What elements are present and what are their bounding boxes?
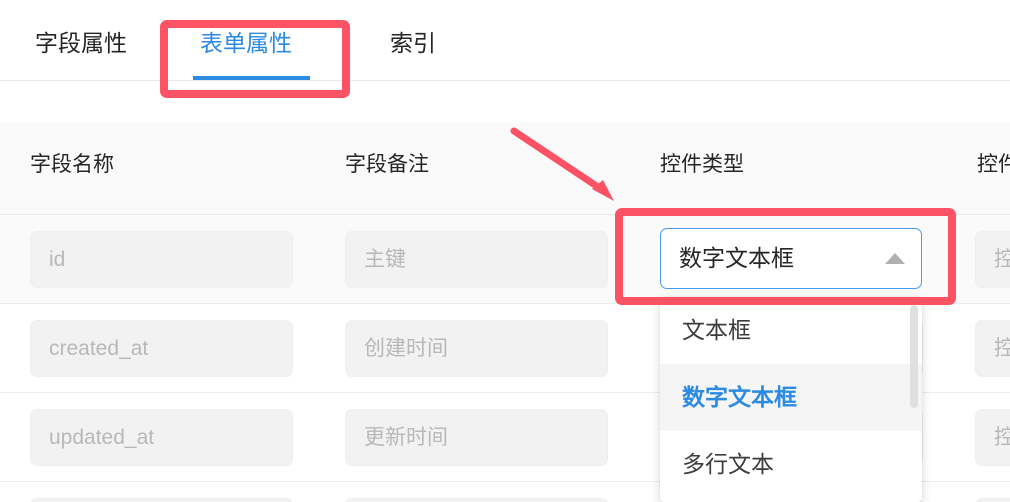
widget-type-dropdown[interactable]: 文本框 数字文本框 多行文本: [660, 297, 922, 502]
dropdown-option-number-text[interactable]: 数字文本框: [660, 364, 922, 431]
column-header-widget-type: 控件类型: [660, 153, 744, 176]
field-name-input[interactable]: id: [30, 231, 293, 288]
widget-type-select[interactable]: 数字文本框: [660, 228, 922, 289]
tab-form-properties[interactable]: 表单属性: [200, 26, 292, 60]
field-name-input[interactable]: updated_at: [30, 409, 293, 466]
column-header-field-comment: 字段备注: [345, 153, 429, 176]
column-header-field-name: 字段名称: [30, 153, 114, 176]
tab-bar: 字段属性 表单属性 索引: [0, 0, 1010, 81]
field-name-input[interactable]: [30, 498, 293, 502]
dropdown-scrollbar[interactable]: [910, 305, 918, 495]
dropdown-option-text[interactable]: 文本框: [660, 297, 922, 364]
active-tab-indicator: [193, 76, 310, 80]
field-comment-input[interactable]: 创建时间: [345, 320, 608, 377]
widget-type-select-value: 数字文本框: [679, 245, 794, 271]
field-comment-input[interactable]: 更新时间: [345, 409, 608, 466]
table-header-row: 字段名称 字段备注 控件类型 控件: [0, 122, 1010, 215]
dropdown-option-multiline-text[interactable]: 多行文本: [660, 431, 922, 498]
caret-up-icon[interactable]: [885, 253, 905, 264]
widget-name-input[interactable]: [975, 498, 1010, 502]
tab-field-properties[interactable]: 字段属性: [35, 26, 127, 60]
field-comment-input[interactable]: [345, 498, 608, 502]
field-name-input[interactable]: created_at: [30, 320, 293, 377]
tab-index[interactable]: 索引: [390, 26, 436, 60]
widget-name-input[interactable]: 控: [975, 320, 1010, 377]
widget-name-input[interactable]: 控: [975, 409, 1010, 466]
column-header-widget-name: 控件: [977, 153, 1010, 176]
widget-name-input[interactable]: 控: [975, 231, 1010, 288]
dropdown-scrollbar-thumb[interactable]: [910, 305, 918, 408]
field-comment-input[interactable]: 主键: [345, 231, 608, 288]
form-properties-page: 字段属性 表单属性 索引 字段名称 字段备注 控件类型 控件 id 主键 控 c…: [0, 0, 1010, 502]
